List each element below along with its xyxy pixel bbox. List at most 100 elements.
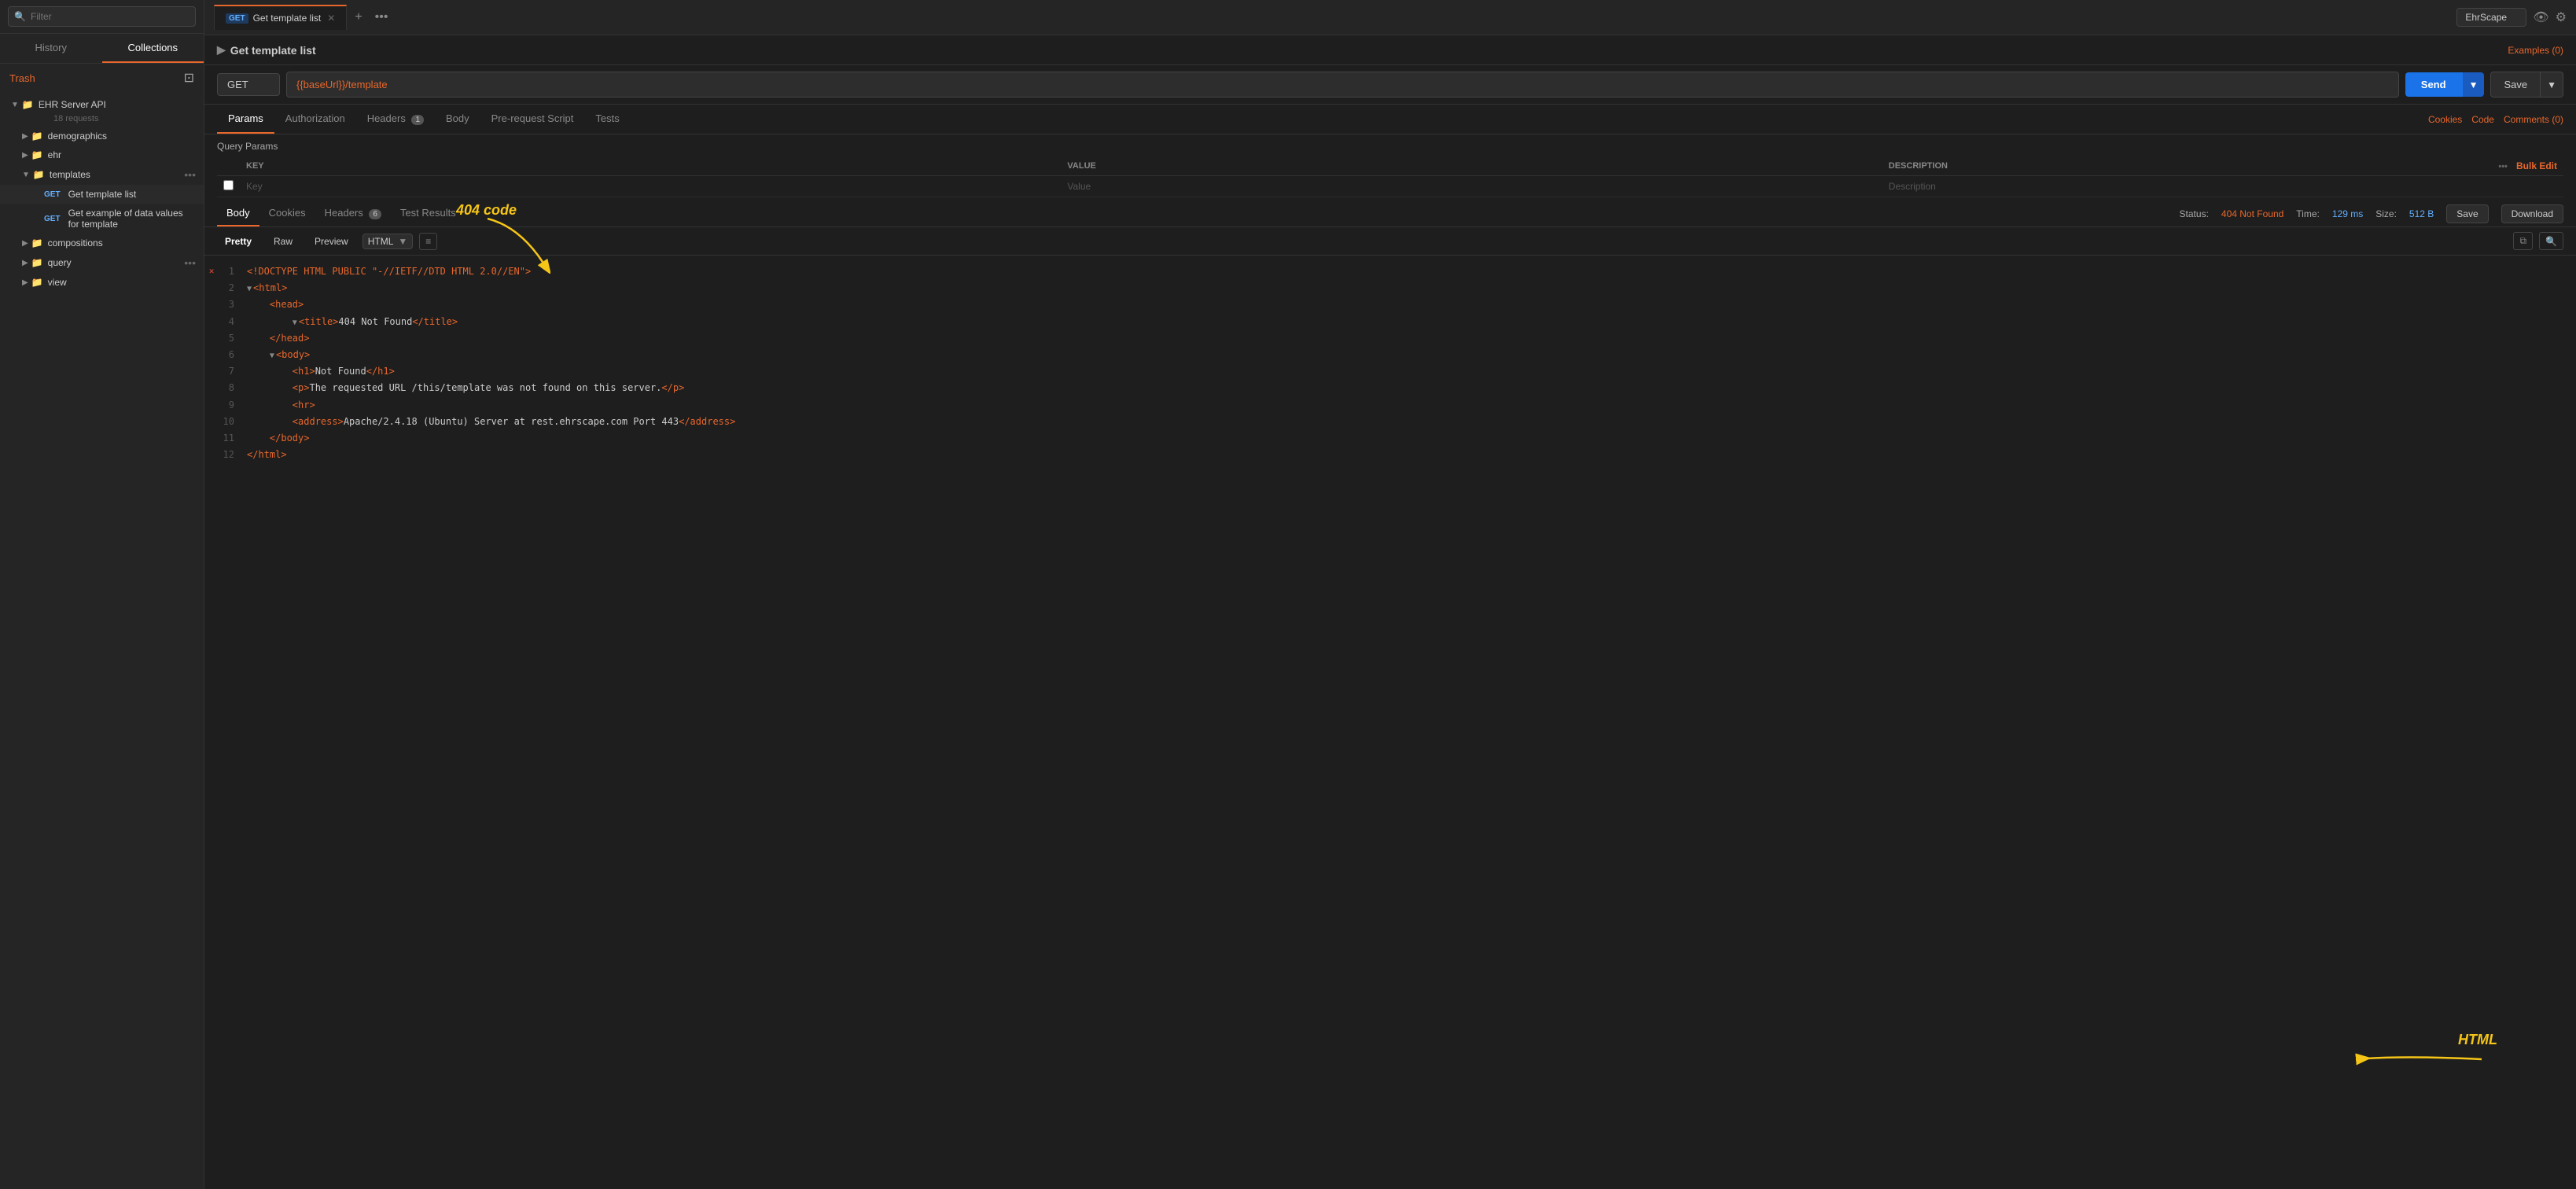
filter-input[interactable] <box>8 6 196 27</box>
params-tab-list: Params Authorization Headers 1 Body Pre-… <box>217 105 631 134</box>
param-desc-cell[interactable]: Description <box>1882 176 2224 197</box>
ehr-folder-icon: 📁 <box>31 149 43 160</box>
format-type-select[interactable]: HTML ▼ <box>362 234 414 249</box>
folder-compositions[interactable]: ▶ 📁 compositions <box>0 234 204 252</box>
tab-tests[interactable]: Tests <box>584 105 630 134</box>
folder-templates[interactable]: ▼ 📁 templates ••• <box>0 164 204 185</box>
preview-button[interactable]: Preview <box>307 233 356 250</box>
line-num-2: 2 <box>222 281 247 296</box>
tab-close-icon[interactable]: ✕ <box>327 13 335 24</box>
response-tab-cookies[interactable]: Cookies <box>259 201 315 226</box>
bulk-edit-button[interactable]: Bulk Edit <box>2516 160 2557 171</box>
tab-method-badge: GET <box>226 13 248 24</box>
trash-label[interactable]: Trash <box>9 72 35 84</box>
view-label: view <box>48 277 196 288</box>
code-line-3: 3 <head> <box>204 296 2576 313</box>
line-content-9: <hr> <box>247 398 315 413</box>
tab-history[interactable]: History <box>0 34 102 63</box>
format-options-right: ⧉ 🔍 <box>2513 232 2563 250</box>
collection-chevron-icon: ▼ <box>11 101 19 109</box>
key-col-header: KEY <box>240 156 1061 176</box>
param-check-input[interactable] <box>223 180 234 190</box>
tab-body[interactable]: Body <box>435 105 480 134</box>
cookies-link[interactable]: Cookies <box>2428 114 2462 125</box>
request-title[interactable]: ▶ Get template list <box>217 43 316 57</box>
save-dropdown-button[interactable]: ▼ <box>2541 72 2563 98</box>
compositions-chevron-icon: ▶ <box>22 239 28 248</box>
response-tab-test-results[interactable]: Test Results <box>391 201 466 226</box>
tab-collections[interactable]: Collections <box>102 34 204 63</box>
response-download-button[interactable]: Download <box>2501 204 2563 223</box>
params-table: KEY VALUE DESCRIPTION ••• Bulk Edit Key … <box>217 156 2563 197</box>
tab-authorization[interactable]: Authorization <box>274 105 356 134</box>
templates-more-icon[interactable]: ••• <box>184 168 196 181</box>
tab-get-template-list[interactable]: GET Get template list ✕ <box>214 5 347 30</box>
response-tab-headers[interactable]: Headers 6 <box>315 201 391 226</box>
response-tab-body[interactable]: Body <box>217 201 259 226</box>
checkbox-col-header <box>217 156 240 176</box>
url-input[interactable] <box>286 72 2399 98</box>
send-button[interactable]: Send <box>2405 72 2462 97</box>
code-line-10: 10 <address>Apache/2.4.18 (Ubuntu) Serve… <box>204 414 2576 430</box>
line-content-4: ▼<title>404 Not Found</title> <box>247 315 458 329</box>
pretty-button[interactable]: Pretty <box>217 233 259 250</box>
request-get-example[interactable]: GET Get example of data values for templ… <box>0 204 204 234</box>
param-value-cell[interactable]: Value <box>1061 176 1882 197</box>
folder-query[interactable]: ▶ 📁 query ••• <box>0 252 204 273</box>
sidebar-tabs: History Collections <box>0 34 204 64</box>
demographics-folder-icon: 📁 <box>31 131 43 142</box>
code-line-9: 9 <hr> <box>204 397 2576 414</box>
response-tab-list: Body Cookies Headers 6 Test Results <box>217 201 466 226</box>
status-label: Status: <box>2180 208 2209 219</box>
save-button[interactable]: Save <box>2490 72 2541 98</box>
request-label-2: Get example of data values for template <box>68 208 196 230</box>
params-tabs: Params Authorization Headers 1 Body Pre-… <box>204 105 2576 134</box>
folder-demographics[interactable]: ▶ 📁 demographics <box>0 127 204 145</box>
param-checkbox[interactable] <box>217 176 240 197</box>
save-button-group: Save ▼ <box>2490 72 2563 98</box>
line-num-11: 11 <box>222 431 247 446</box>
query-more-icon[interactable]: ••• <box>184 256 196 269</box>
code-line-2: 2 ▼<html> <box>204 280 2576 296</box>
comments-link[interactable]: Comments (0) <box>2504 114 2563 125</box>
new-collection-button[interactable]: ⊡ <box>184 70 194 86</box>
raw-button[interactable]: Raw <box>266 233 300 250</box>
compositions-label: compositions <box>48 237 196 248</box>
eye-icon-button[interactable]: 👁 <box>2533 9 2548 25</box>
line-num-12: 12 <box>222 447 247 462</box>
line-num-10: 10 <box>222 414 247 429</box>
response-save-button[interactable]: Save <box>2446 204 2488 223</box>
line-num-3: 3 <box>222 297 247 312</box>
line-num-8: 8 <box>222 381 247 396</box>
line-content-2: ▼<html> <box>247 281 287 296</box>
tab-pre-request-script[interactable]: Pre-request Script <box>480 105 585 134</box>
method-select[interactable]: GET POST PUT DELETE <box>217 73 280 96</box>
request-get-template-list[interactable]: GET Get template list <box>0 185 204 204</box>
collection-root[interactable]: ▼ 📁 EHR Server API <box>0 95 204 114</box>
tab-headers[interactable]: Headers 1 <box>356 105 435 134</box>
status-value: 404 Not Found <box>2221 208 2283 219</box>
folder-view[interactable]: ▶ 📁 view <box>0 273 204 292</box>
copy-button[interactable]: ⧉ <box>2513 232 2533 250</box>
env-select[interactable]: EhrScape <box>2456 8 2526 27</box>
search-response-button[interactable]: 🔍 <box>2539 232 2563 250</box>
line-content-10: <address>Apache/2.4.18 (Ubuntu) Server a… <box>247 414 735 429</box>
line-content-6: ▼<body> <box>247 348 310 363</box>
add-tab-button[interactable]: + <box>348 10 368 24</box>
code-link[interactable]: Code <box>2471 114 2494 125</box>
code-line-4: 4 ▼<title>404 Not Found</title> <box>204 314 2576 330</box>
send-dropdown-button[interactable]: ▼ <box>2462 72 2485 97</box>
gear-icon-button[interactable]: ⚙ <box>2556 9 2567 25</box>
folder-ehr[interactable]: ▶ 📁 ehr <box>0 145 204 164</box>
tab-params[interactable]: Params <box>217 105 274 134</box>
view-chevron-icon: ▶ <box>22 278 28 287</box>
examples-link[interactable]: Examples (0) <box>2508 45 2563 56</box>
headers-badge: 1 <box>411 115 424 125</box>
param-key-cell[interactable]: Key <box>240 176 1061 197</box>
more-tabs-button[interactable]: ••• <box>369 10 395 24</box>
wrap-button[interactable]: ≡ <box>419 233 437 250</box>
param-action-cell <box>2224 176 2563 197</box>
demographics-chevron-icon: ▶ <box>22 132 28 141</box>
method-get-badge: GET <box>41 190 64 200</box>
line-content-11: </body> <box>247 431 309 446</box>
